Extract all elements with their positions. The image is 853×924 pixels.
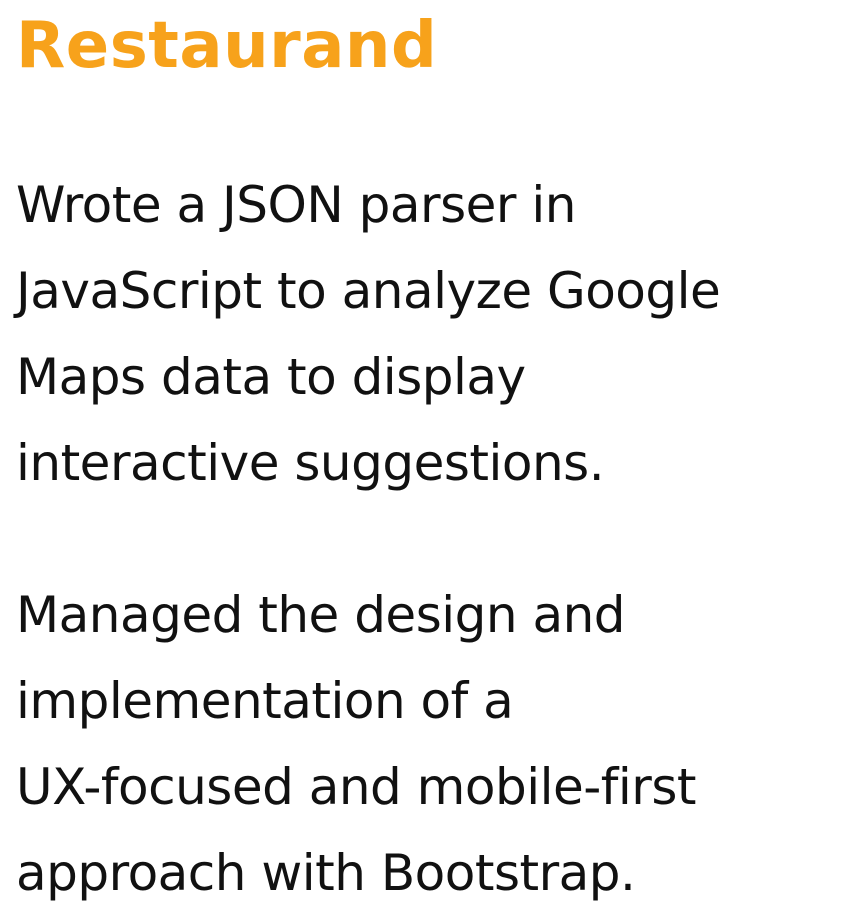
paragraph-line: Maps data to display (16, 348, 526, 406)
paragraph-line: implementation of a (16, 672, 514, 730)
paragraph-line: JavaScript to analyze Google (16, 262, 721, 320)
paragraph-line: Wrote a JSON parser in (16, 176, 576, 234)
paragraph-line: UX-focused and mobile-first (16, 758, 697, 816)
project-title: Restaurand (16, 9, 438, 83)
paragraph-line: Managed the design and (16, 586, 626, 644)
description-paragraph-2: Managed the design and implementation of… (16, 572, 846, 916)
project-card: Restaurand Wrote a JSON parser in JavaSc… (0, 0, 853, 924)
description-paragraph-1: Wrote a JSON parser in JavaScript to ana… (16, 162, 846, 506)
paragraph-line: approach with Bootstrap. (16, 844, 636, 902)
paragraph-line: interactive suggestions. (16, 434, 605, 492)
